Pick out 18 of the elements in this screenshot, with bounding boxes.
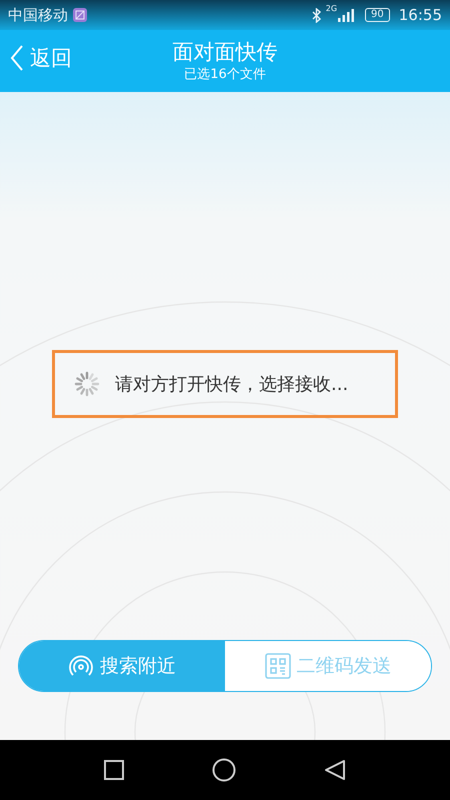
home-icon[interactable] <box>212 758 236 782</box>
carrier-name: 中国移动 <box>8 6 68 24</box>
back-button[interactable]: 返回 <box>10 44 72 72</box>
chevron-left-icon <box>10 45 24 71</box>
signal-icon <box>338 8 354 22</box>
image-notification-icon <box>73 8 87 22</box>
back-icon[interactable] <box>324 759 346 781</box>
mode-tab[interactable]: 搜索附近 <box>19 641 225 691</box>
loading-spinner-icon <box>73 370 101 398</box>
recent-apps-icon[interactable] <box>104 760 124 780</box>
status-text: 请对方打开快传，选择接收... <box>115 373 348 396</box>
qr-code-icon <box>264 653 290 679</box>
page-title: 面对面快传 <box>172 39 278 66</box>
clock: 16:55 <box>398 6 442 24</box>
battery-level: 90 <box>365 8 390 22</box>
page-subtitle: 已选16个文件 <box>184 66 266 84</box>
bluetooth-icon <box>312 8 321 22</box>
network-type: 2G <box>326 4 338 13</box>
